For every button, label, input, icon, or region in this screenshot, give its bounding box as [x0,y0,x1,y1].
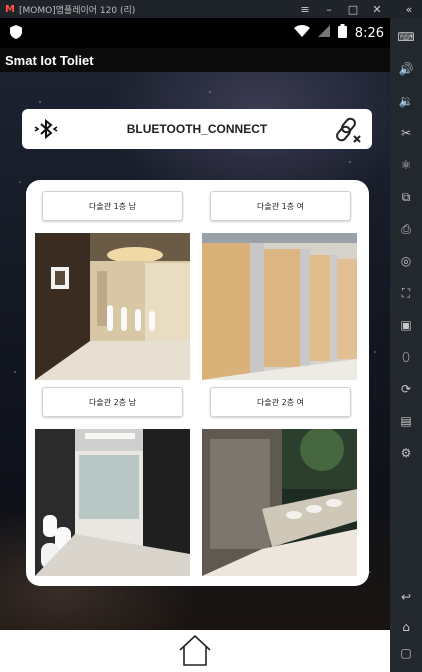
settings-icon[interactable]: ⚙ [396,444,416,462]
battery-icon [337,24,347,42]
signal-icon [317,25,330,41]
android-home-icon[interactable]: ⌂ [396,618,416,636]
floor-1-men-button[interactable]: 다솔관 1층 남 [42,191,183,221]
volume-down-icon[interactable]: 🔉 [396,92,416,110]
location-icon[interactable]: ◎ [396,252,416,270]
emulator-toolbar: ⌨ 🔊 🔉 ✂ ⚛ ⧉ ⎙ ◎ ⛶ ▣ ⬯ ⟳ ▤ ⚙ ↩ ⌂ ▢ [390,18,422,672]
collapse-panel-icon[interactable]: « [400,0,418,18]
emulator-window: M [MOMO]앱플레이어 120 (리) ≡ – □ ✕ « 8:26 Sma… [0,0,422,672]
bluetooth-connect-bar[interactable]: BLUETOOTH_CONNECT [22,109,372,149]
app-title-bar: Smat Iot Toliet [0,48,390,72]
bottom-navigation-bar [0,630,390,672]
screen-record-icon[interactable]: ▣ [396,316,416,334]
floor-1-women-photo[interactable] [202,233,357,380]
close-icon[interactable]: ✕ [368,0,386,18]
volume-up-icon[interactable]: 🔊 [396,60,416,78]
floor-2-men-photo[interactable] [35,429,190,576]
disconnected-link-icon[interactable] [336,116,364,144]
menu-icon[interactable]: ≡ [296,0,314,18]
back-icon[interactable]: ↩ [396,588,416,606]
floor-2-men-button[interactable]: 다솔관 2층 남 [42,387,183,417]
restroom-grid: 다솔관 1층 남 다솔관 1층 여 다솔관 2층 남 다솔관 2층 여 [26,180,369,586]
rotate-icon[interactable]: ⟳ [396,380,416,398]
keyboard-icon[interactable]: ⌨ [396,28,416,46]
maximize-icon[interactable]: □ [344,0,362,18]
app-title: Smat Iot Toliet [5,52,94,68]
recent-apps-icon[interactable]: ▢ [396,644,416,662]
fullscreen-icon[interactable]: ⛶ [396,284,416,302]
multi-instance-icon[interactable]: ⚛ [396,156,416,174]
shield-icon [10,24,22,43]
emulator-title-bar: M [MOMO]앱플레이어 120 (리) ≡ – □ ✕ « [0,0,422,18]
minimize-icon[interactable]: – [320,0,338,18]
floor-1-men-photo[interactable] [35,233,190,380]
wifi-icon [293,25,310,41]
android-status-bar: 8:26 [0,18,390,48]
shake-icon[interactable]: ⬯ [396,348,416,366]
home-icon[interactable] [177,633,213,667]
emulator-title: [MOMO]앱플레이어 120 (리) [18,5,136,16]
cut-icon[interactable]: ✂ [396,124,416,142]
screenshot-icon[interactable]: ⧉ [396,188,416,206]
install-apk-icon[interactable]: ⎙ [396,220,416,238]
floor-2-women-button[interactable]: 다솔관 2층 여 [210,387,351,417]
floor-1-women-button[interactable]: 다솔관 1층 여 [210,191,351,221]
bluetooth-connect-label: BLUETOOTH_CONNECT [126,122,268,136]
floor-2-women-photo[interactable] [202,429,357,576]
gallery-icon[interactable]: ▤ [396,412,416,430]
emulator-logo: M [5,3,15,15]
clock: 8:26 [354,25,384,41]
main-content: BLUETOOTH_CONNECT 다솔관 1층 남 다솔관 1층 여 다솔관 … [0,72,390,630]
